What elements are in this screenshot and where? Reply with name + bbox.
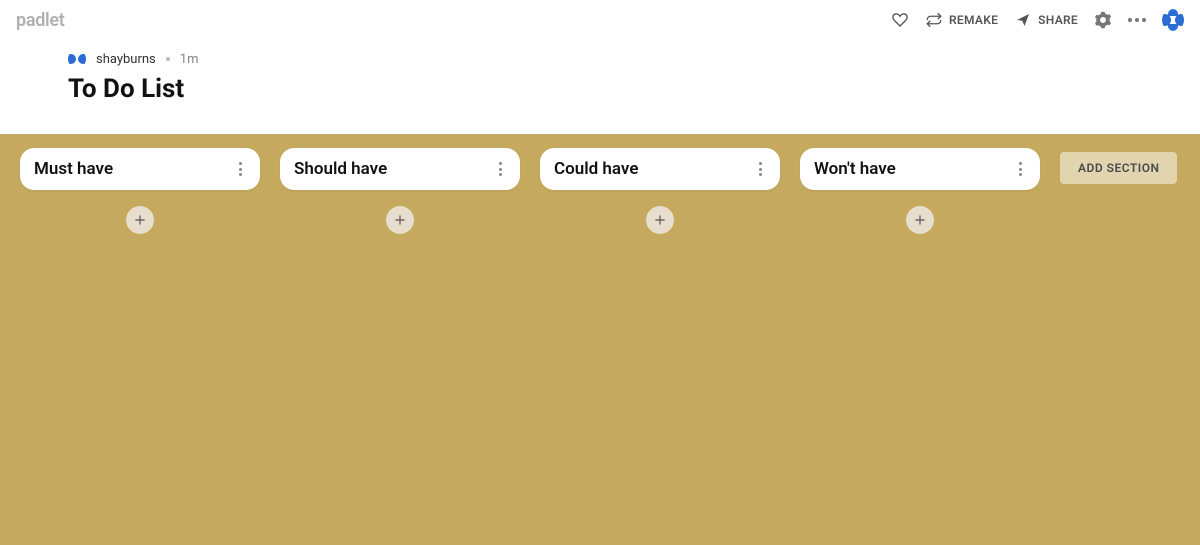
section-menu-button[interactable] — [755, 158, 766, 180]
section-column: Should have — [280, 148, 520, 234]
section-column: Could have — [540, 148, 780, 234]
section-title: Could have — [554, 159, 639, 179]
section-title: Must have — [34, 159, 113, 179]
author-avatar[interactable] — [68, 50, 86, 68]
add-card-button[interactable] — [126, 206, 154, 234]
byline: shayburns 1m — [68, 50, 1180, 68]
add-card-button[interactable] — [386, 206, 414, 234]
add-section-label: ADD SECTION — [1078, 161, 1159, 175]
share-label: SHARE — [1038, 13, 1078, 27]
add-section-button[interactable]: ADD SECTION — [1060, 152, 1177, 184]
section-header[interactable]: Could have — [540, 148, 780, 190]
more-button[interactable] — [1128, 18, 1146, 22]
plus-icon — [133, 213, 147, 227]
share-button[interactable]: SHARE — [1014, 11, 1078, 29]
board-header: shayburns 1m To Do List — [0, 40, 1200, 134]
like-button[interactable] — [891, 11, 909, 29]
board-canvas: Must have Should have Could have Won't h… — [0, 134, 1200, 545]
section-title: Won't have — [814, 159, 896, 179]
author-name[interactable]: shayburns — [96, 52, 156, 67]
section-header[interactable]: Must have — [20, 148, 260, 190]
section-title: Should have — [294, 159, 387, 179]
plus-icon — [913, 213, 927, 227]
add-card-button[interactable] — [646, 206, 674, 234]
section-column: Must have — [20, 148, 260, 234]
section-header[interactable]: Should have — [280, 148, 520, 190]
more-icon — [1128, 18, 1146, 22]
plus-icon — [393, 213, 407, 227]
section-header[interactable]: Won't have — [800, 148, 1040, 190]
topbar: padlet REMAKE SHARE — [0, 0, 1200, 40]
byline-separator — [166, 57, 170, 61]
board-title: To Do List — [68, 74, 1180, 104]
share-icon — [1014, 11, 1032, 29]
add-card-button[interactable] — [906, 206, 934, 234]
remake-icon — [925, 11, 943, 29]
user-avatar[interactable] — [1162, 9, 1184, 31]
remake-button[interactable]: REMAKE — [925, 11, 998, 29]
heart-icon — [891, 11, 909, 29]
topbar-actions: REMAKE SHARE — [891, 9, 1184, 31]
brand-logo[interactable]: padlet — [16, 10, 65, 31]
section-menu-button[interactable] — [495, 158, 506, 180]
settings-button[interactable] — [1094, 11, 1112, 29]
plus-icon — [653, 213, 667, 227]
section-menu-button[interactable] — [1015, 158, 1026, 180]
timestamp: 1m — [180, 52, 199, 67]
section-menu-button[interactable] — [235, 158, 246, 180]
remake-label: REMAKE — [949, 13, 998, 27]
section-column: Won't have — [800, 148, 1040, 234]
gear-icon — [1094, 11, 1112, 29]
